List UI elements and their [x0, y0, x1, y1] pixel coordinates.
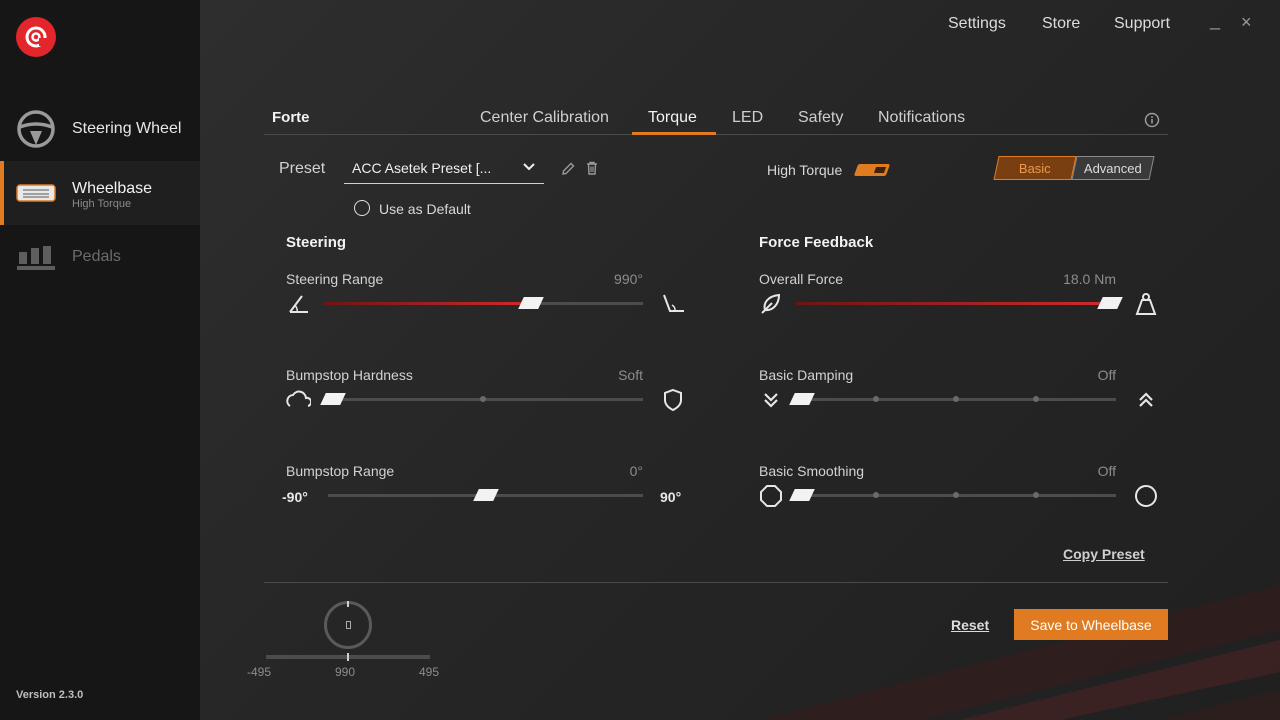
- device-name: Forte: [272, 109, 310, 126]
- wheel-total-angle: 990: [335, 665, 356, 679]
- wheel-position-indicator: [324, 601, 372, 649]
- steering-range-slider[interactable]: [323, 297, 643, 309]
- save-to-wheelbase-button[interactable]: Save to Wheelbase: [1014, 609, 1168, 640]
- bumpstop-range-min: -90°: [282, 489, 308, 505]
- preset-dropdown[interactable]: ACC Asetek Preset [...: [344, 152, 544, 184]
- edit-icon[interactable]: [560, 161, 576, 177]
- steering-section-title: Steering: [286, 234, 347, 251]
- tab-led[interactable]: LED: [732, 109, 763, 127]
- tab-torque[interactable]: Torque: [648, 109, 697, 127]
- sidebar-item-label: Wheelbase: [72, 180, 153, 197]
- settings-link[interactable]: Settings: [948, 15, 1006, 33]
- bumpstop-hardness-value: Soft: [618, 367, 643, 383]
- tab-divider: [264, 134, 1168, 135]
- use-as-default-radio[interactable]: [354, 200, 370, 216]
- octagon-icon: [760, 485, 782, 507]
- slider-tick: [1033, 492, 1039, 498]
- overall-force-value: 18.0 Nm: [1063, 271, 1116, 287]
- overall-force-label: Overall Force: [759, 271, 844, 287]
- basic-damping-slider[interactable]: [789, 393, 1116, 405]
- sidebar-item-label: Steering Wheel: [72, 120, 182, 137]
- wheel-max-angle: 495: [419, 665, 440, 679]
- preset-label: Preset: [279, 160, 326, 177]
- reset-button[interactable]: Reset: [951, 617, 989, 633]
- chevron-down-icon: [523, 163, 535, 171]
- slider-tick: [953, 492, 959, 498]
- preset-value: ACC Asetek Preset [...: [352, 160, 492, 176]
- tab-center-calibration[interactable]: Center Calibration: [480, 109, 609, 127]
- bumpstop-hardness-slider[interactable]: [319, 393, 643, 405]
- store-link[interactable]: Store: [1042, 15, 1080, 33]
- slider-tick: [873, 492, 879, 498]
- steering-range-value: 990°: [614, 271, 643, 287]
- sidebar: Steering Wheel Wheelbase High Torque Ped…: [0, 0, 200, 720]
- basic-mode-button[interactable]: Basic: [993, 156, 1077, 180]
- logo-icon[interactable]: [16, 17, 56, 57]
- active-tab-indicator: [632, 132, 716, 135]
- chevrons-up-icon: [1139, 392, 1153, 407]
- close-button[interactable]: ×: [1241, 12, 1252, 33]
- bumpstop-range-label: Bumpstop Range: [286, 463, 395, 479]
- feather-icon: [761, 293, 781, 314]
- bumpstop-hardness-label: Bumpstop Hardness: [286, 367, 413, 383]
- steering-wheel-icon: [14, 107, 58, 151]
- info-icon[interactable]: [1144, 112, 1160, 128]
- use-as-default-label: Use as Default: [379, 201, 471, 217]
- wheel-min-angle: -495: [247, 665, 272, 679]
- circle-icon: [1135, 485, 1157, 507]
- slider-tick: [953, 396, 959, 402]
- narrow-angle-icon: [289, 295, 308, 313]
- basic-smoothing-slider[interactable]: [789, 489, 1116, 501]
- sidebar-item-steering-wheel[interactable]: Steering Wheel: [0, 97, 200, 161]
- high-torque-toggle[interactable]: [853, 164, 891, 176]
- slider-fill: [323, 302, 531, 305]
- support-link[interactable]: Support: [1114, 15, 1170, 33]
- sidebar-item-pedals[interactable]: Pedals: [0, 225, 200, 289]
- force-feedback-section-title: Force Feedback: [759, 234, 874, 251]
- footer-divider: [264, 582, 1168, 583]
- bumpstop-range-slider[interactable]: [328, 489, 643, 501]
- copy-preset-link[interactable]: Copy Preset: [1063, 546, 1145, 562]
- trash-icon[interactable]: [584, 160, 600, 176]
- sidebar-item-wheelbase[interactable]: Wheelbase High Torque: [0, 161, 200, 225]
- basic-smoothing-label: Basic Smoothing: [759, 463, 865, 479]
- wheelbase-icon: [14, 171, 58, 215]
- mode-switch: Basic Advanced: [993, 156, 1155, 180]
- advanced-mode-button[interactable]: Advanced: [1071, 156, 1155, 180]
- sidebar-item-label: Pedals: [72, 248, 121, 265]
- overall-force-slider[interactable]: [796, 297, 1123, 309]
- high-torque-label: High Torque: [767, 162, 843, 178]
- minimize-button[interactable]: _: [1210, 10, 1220, 31]
- version-label: Version 2.3.0: [16, 689, 84, 701]
- steering-range-label: Steering Range: [286, 271, 384, 287]
- basic-smoothing-value: Off: [1097, 463, 1116, 479]
- slider-tick: [480, 396, 486, 402]
- weight-icon: [1135, 293, 1157, 315]
- shield-icon: [664, 388, 682, 412]
- wheel-rotation-bar: [266, 653, 430, 661]
- sidebar-item-sublabel: High Torque: [72, 198, 132, 210]
- basic-damping-label: Basic Damping: [759, 367, 854, 383]
- main-panel: Settings Store Support _ × Forte Center …: [200, 0, 1280, 720]
- slider-fill: [796, 302, 1110, 305]
- basic-damping-value: Off: [1097, 367, 1116, 383]
- wide-angle-icon: [663, 294, 684, 312]
- bumpstop-range-max: 90°: [660, 489, 682, 505]
- chevrons-down-icon: [764, 393, 778, 408]
- pedals-icon: [14, 235, 58, 279]
- bumpstop-range-value: 0°: [629, 463, 643, 479]
- slider-tick: [1033, 396, 1039, 402]
- tab-safety[interactable]: Safety: [798, 109, 843, 127]
- slider-tick: [873, 396, 879, 402]
- cloud-icon: [286, 390, 311, 407]
- tab-notifications[interactable]: Notifications: [878, 109, 965, 127]
